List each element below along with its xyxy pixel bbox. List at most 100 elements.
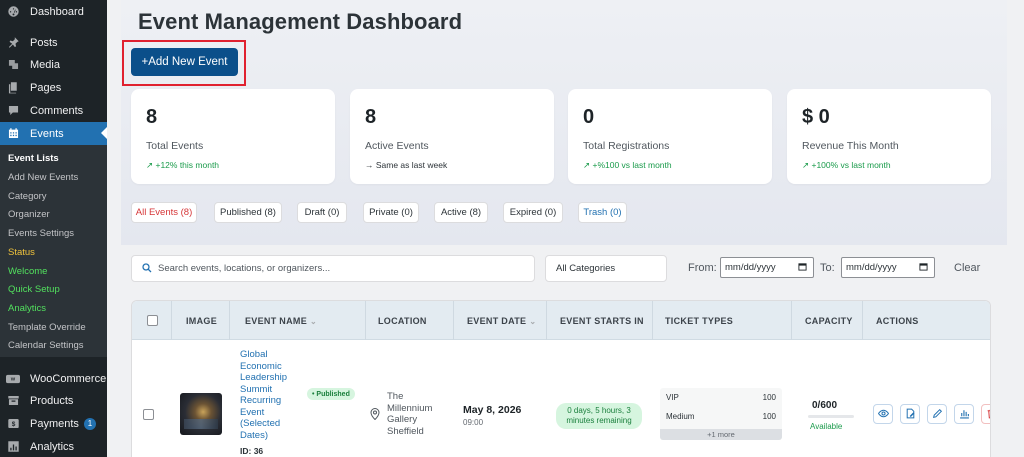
- column-divider: [453, 301, 454, 340]
- menu-label: Posts: [30, 36, 58, 49]
- calendar-picker-icon[interactable]: [919, 262, 928, 274]
- header-event-name[interactable]: EVENT NAME ⌄: [245, 316, 317, 326]
- date-placeholder: mm/dd/yyyy: [725, 262, 776, 273]
- stat-trend: ↗ +12% this month: [146, 160, 220, 170]
- sort-icon: ⌄: [310, 317, 318, 326]
- menu-label: Payments: [30, 417, 79, 430]
- stat-value: 0: [583, 106, 595, 128]
- media-icon: [6, 58, 20, 72]
- add-new-event-button[interactable]: +Add New Event: [131, 48, 238, 76]
- header-capacity: CAPACITY: [805, 316, 853, 326]
- location-pin-icon: [370, 407, 380, 421]
- ticket-name: VIP: [666, 393, 679, 402]
- menu-events[interactable]: Events: [0, 122, 107, 145]
- filter-all-events[interactable]: All Events (8): [131, 202, 197, 223]
- category-select[interactable]: All Categories: [545, 255, 667, 282]
- ticket-row: VIP 100: [666, 393, 776, 402]
- header-actions: ACTIONS: [876, 316, 919, 326]
- capacity-value: 0/600: [812, 400, 838, 411]
- stat-value: 8: [146, 106, 158, 128]
- filter-trash[interactable]: Trash (0): [578, 202, 627, 223]
- menu-comments[interactable]: Comments: [0, 99, 107, 122]
- event-date: May 8, 2026: [463, 404, 522, 416]
- to-date-input[interactable]: mm/dd/yyyy: [841, 257, 935, 278]
- events-submenu: Event Lists Add New Events Category Orga…: [0, 145, 107, 357]
- menu-payments[interactable]: $ Payments 1: [0, 412, 107, 435]
- comments-icon: [6, 104, 20, 118]
- row-checkbox[interactable]: [143, 409, 154, 420]
- menu-label: Products: [30, 394, 74, 407]
- header-event-date[interactable]: EVENT DATE ⌄: [467, 316, 536, 326]
- submenu-add-new-events[interactable]: Add New Events: [8, 172, 78, 183]
- from-label: From:: [688, 262, 717, 274]
- header-image: IMAGE: [186, 316, 218, 326]
- payments-icon: $: [6, 417, 20, 431]
- menu-woocommerce[interactable]: W WooCommerce: [0, 367, 107, 390]
- menu-pages[interactable]: Pages: [0, 76, 107, 99]
- header-location: LOCATION: [378, 316, 427, 326]
- column-divider: [171, 301, 172, 340]
- menu-label: WooCommerce: [30, 372, 107, 385]
- filter-published[interactable]: Published (8): [214, 202, 282, 223]
- search-field[interactable]: [131, 255, 535, 282]
- clear-button[interactable]: Clear: [954, 262, 980, 274]
- admin-sidebar: Dashboard Posts Media Pages Comments Eve…: [0, 0, 107, 457]
- stat-trend: ↗ +100% vs last month: [802, 160, 891, 170]
- stat-card-active-events: 8 Active Events → Same as last week: [350, 89, 554, 184]
- menu-media[interactable]: Media: [0, 53, 107, 76]
- filter-draft[interactable]: Draft (0): [297, 202, 347, 223]
- menu-analytics[interactable]: Analytics: [0, 435, 107, 457]
- stat-trend: → Same as last week: [365, 160, 448, 170]
- filter-active[interactable]: Active (8): [434, 202, 488, 223]
- delete-button[interactable]: [981, 404, 990, 424]
- column-divider: [652, 301, 653, 340]
- quick-edit-button[interactable]: [927, 404, 947, 424]
- submenu-quick-setup[interactable]: Quick Setup: [8, 284, 60, 295]
- edit-page-button[interactable]: [900, 404, 920, 424]
- submenu-events-settings[interactable]: Events Settings: [8, 228, 74, 239]
- menu-label: Comments: [30, 104, 84, 117]
- menu-dashboard[interactable]: Dashboard: [0, 0, 107, 23]
- archive-icon: [6, 394, 20, 408]
- submenu-analytics[interactable]: Analytics: [8, 303, 46, 314]
- menu-label: Pages: [30, 81, 62, 94]
- page-title: Event Management Dashboard: [138, 9, 463, 34]
- menu-products[interactable]: Products: [0, 389, 107, 412]
- event-time: 09:00: [463, 418, 484, 427]
- search-input[interactable]: [158, 263, 518, 274]
- submenu-calendar-settings[interactable]: Calendar Settings: [8, 340, 84, 351]
- analytics-button[interactable]: [954, 404, 974, 424]
- from-date-input[interactable]: mm/dd/yyyy: [720, 257, 814, 278]
- pencil-icon: [932, 407, 943, 422]
- status-badge: • Published: [307, 388, 355, 400]
- calendar-picker-icon[interactable]: [798, 262, 807, 274]
- ticket-qty: 100: [762, 412, 776, 421]
- search-icon: [142, 261, 152, 276]
- edit-document-icon: [905, 407, 916, 422]
- submenu-category[interactable]: Category: [8, 191, 47, 202]
- countdown-badge: 0 days, 5 hours, 3 minutes remaining: [556, 403, 642, 429]
- menu-label: Dashboard: [30, 5, 84, 18]
- submenu-organizer[interactable]: Organizer: [8, 209, 50, 220]
- stat-label: Total Registrations: [583, 140, 670, 152]
- select-all-checkbox[interactable]: [147, 315, 158, 326]
- more-tickets-toggle[interactable]: +1 more: [660, 429, 782, 440]
- column-divider: [546, 301, 547, 340]
- menu-label: Media: [30, 58, 60, 71]
- filter-expired[interactable]: Expired (0): [503, 202, 563, 223]
- submenu-welcome[interactable]: Welcome: [8, 266, 47, 277]
- eye-icon: [877, 407, 889, 422]
- pages-icon: [6, 81, 20, 95]
- stat-card-total-events: 8 Total Events ↗ +12% this month: [131, 89, 335, 184]
- stat-card-revenue: $ 0 Revenue This Month ↗ +100% vs last m…: [787, 89, 991, 184]
- submenu-template-override[interactable]: Template Override: [8, 322, 86, 333]
- filter-private[interactable]: Private (0): [363, 202, 419, 223]
- menu-posts[interactable]: Posts: [0, 31, 107, 54]
- notification-badge: 1: [83, 417, 96, 430]
- submenu-event-lists[interactable]: Event Lists: [8, 153, 59, 164]
- submenu-status[interactable]: Status: [8, 247, 35, 258]
- event-title-link[interactable]: Global Economic Leadership Summit Recurr…: [240, 349, 302, 441]
- menu-label: Events: [30, 127, 64, 140]
- events-table: IMAGE EVENT NAME ⌄ LOCATION EVENT DATE ⌄ E…: [131, 300, 991, 457]
- view-button[interactable]: [873, 404, 893, 424]
